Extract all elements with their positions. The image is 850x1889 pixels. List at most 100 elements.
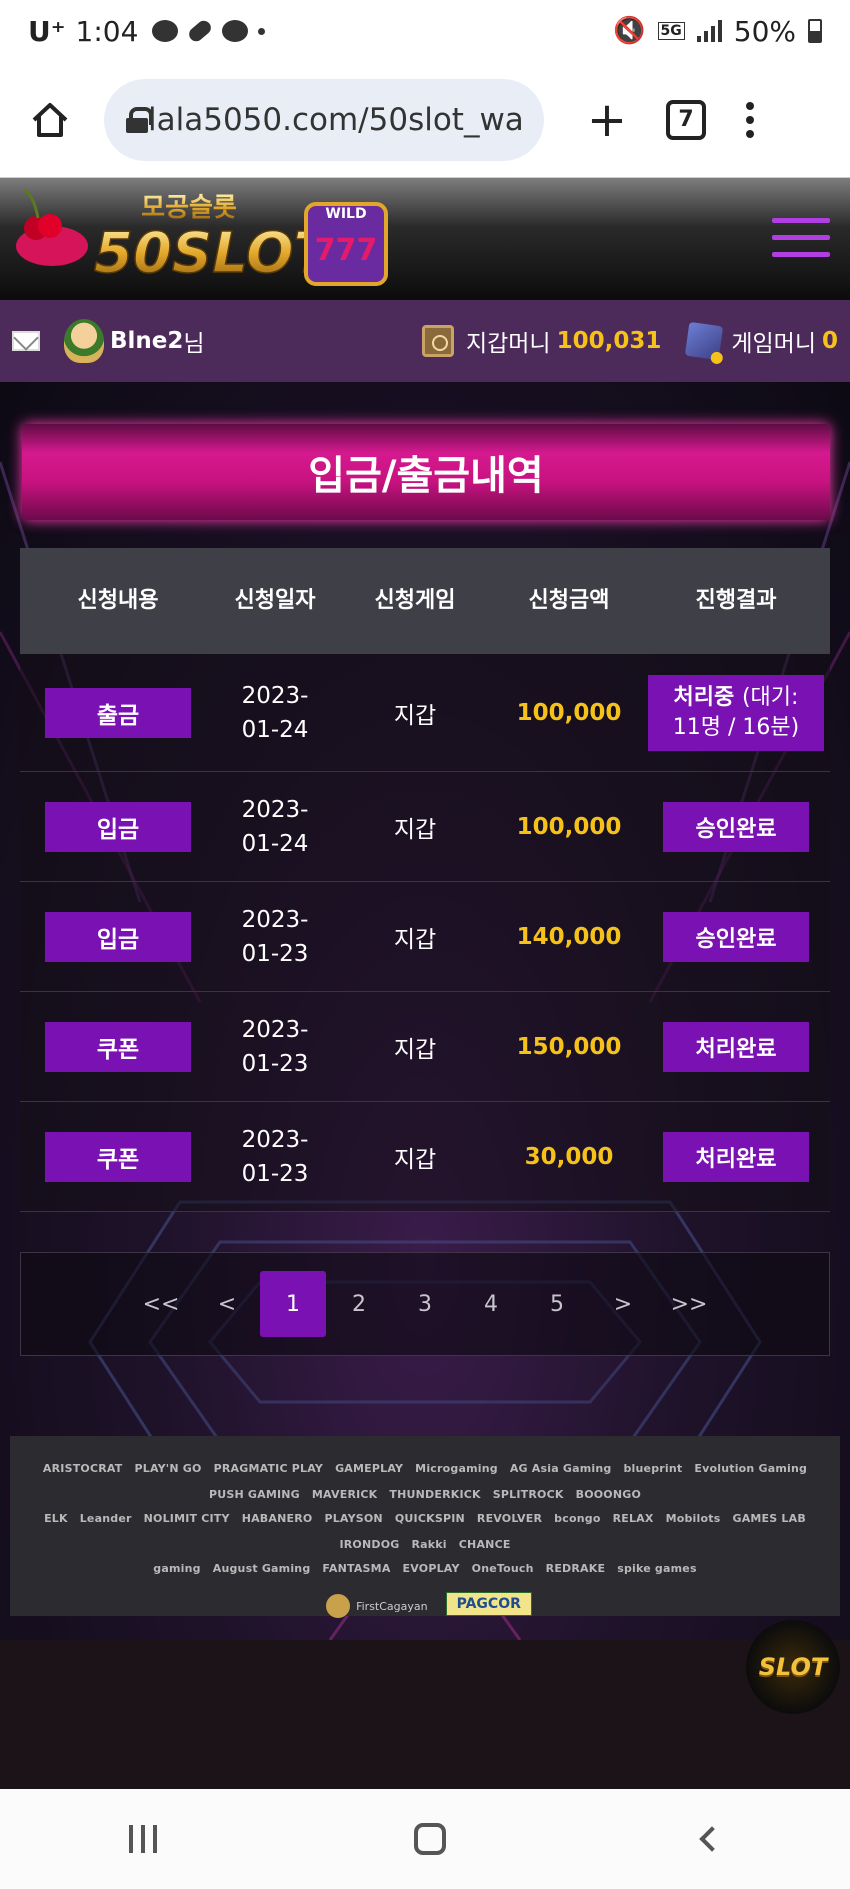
type-badge: 쿠폰 [45, 1021, 191, 1072]
request-game: 지갑 [393, 816, 437, 843]
status-badge: 처리완료 [663, 1131, 809, 1182]
game-money-icon [685, 321, 724, 361]
partner-logo: HABANERO [241, 1511, 313, 1525]
partner-logo: PLAYSON [324, 1511, 383, 1525]
type-badge: 쿠폰 [45, 1131, 191, 1182]
partner-logo: bcongo [554, 1511, 601, 1525]
more-dot-icon [258, 27, 266, 35]
page-1-button[interactable]: 1 [260, 1271, 326, 1337]
request-amount: 100,000 [516, 813, 622, 840]
home-icon [32, 102, 68, 137]
game-label: 게임머니 [731, 331, 816, 357]
type-badge: 입금 [45, 911, 191, 962]
user-info-bar: Blne2 님 지갑머니 100,031 게임머니 0 [0, 300, 850, 382]
request-game: 지갑 [393, 702, 437, 729]
user-suffix: 님 [183, 331, 205, 357]
partner-logo: blueprint [623, 1461, 683, 1475]
partner-row: gaming August Gaming FANTASMA EVOPLAY OneTou… [28, 1558, 822, 1578]
header-request-date: 신청일자 [234, 588, 316, 613]
partner-logo: EVOPLAY [402, 1561, 460, 1575]
type-badge: 출금 [45, 687, 191, 738]
menu-bar-icon [772, 235, 830, 240]
wallet-value: 100,031 [556, 328, 662, 354]
page-3-button[interactable]: 3 [392, 1271, 458, 1337]
request-game: 지갑 [393, 926, 437, 953]
network-label: 5G [657, 22, 685, 40]
mute-icon: 🔇 [613, 16, 646, 46]
partner-logo: GAMES LAB [732, 1511, 806, 1525]
home-button[interactable] [22, 92, 78, 148]
license-badges: FirstCagayan PAGCOR [28, 1592, 822, 1620]
wallet-label: 지갑머니 [465, 331, 551, 357]
request-date: 2023- 01-23 [241, 1016, 309, 1077]
partner-logo: AG Asia Gaming [509, 1461, 612, 1475]
android-status-bar: U⁺ 1:04 🔇 5G 50% [0, 0, 850, 62]
status-badge: 승인완료 [663, 911, 809, 962]
partner-logo: RELAX [612, 1511, 654, 1525]
partner-logo: QUICKSPIN [394, 1511, 465, 1525]
request-amount: 100,000 [516, 699, 622, 726]
partner-logo: Mobilots [665, 1511, 721, 1525]
partner-logo: Microgaming [415, 1461, 498, 1475]
first-cagayan-badge: FirstCagayan [318, 1592, 436, 1620]
page-title: 입금/출금내역 [22, 424, 830, 520]
table-header: 신청내용 신청일자 신청게임 신청금액 진행결과 [20, 548, 830, 654]
page-first-button[interactable]: << [128, 1271, 194, 1337]
page-last-button[interactable]: >> [656, 1271, 722, 1337]
site-logo[interactable]: 모공슬롯 50SLOT WILD 777 [14, 186, 404, 296]
transaction-table: 신청내용 신청일자 신청게임 신청금액 진행결과 출금 2023- 01-24 지… [20, 548, 830, 1212]
partner-logo: PUSH GAMING [208, 1487, 300, 1501]
partner-logos: ARISTOCRAT PLAY'N GO PRAGMATIC PLAY GAMEPLA… [10, 1436, 840, 1618]
partner-logo: FANTASMA [322, 1561, 391, 1575]
partner-logo: ARISTOCRAT [42, 1461, 123, 1475]
partner-logo: REDRAKE [545, 1561, 606, 1575]
new-tab-button[interactable]: + [582, 92, 632, 148]
menu-bar-icon [772, 218, 830, 223]
back-button[interactable] [699, 1826, 726, 1852]
address-bar[interactable]: lala5050.com/50slot_wa [104, 78, 544, 161]
partner-logo: BOOONGO [575, 1487, 642, 1501]
recents-button[interactable] [128, 1825, 157, 1853]
request-amount: 140,000 [516, 923, 622, 950]
page-2-button[interactable]: 2 [326, 1271, 392, 1337]
game-balance: 게임머니 0 [685, 321, 838, 361]
home-nav-button[interactable] [413, 1823, 446, 1855]
table-row: 출금 2023- 01-24 지갑 100,000 처리중 (대기: 11명 / … [20, 654, 830, 772]
menu-button[interactable] [772, 218, 830, 257]
page-next-button[interactable]: > [590, 1271, 656, 1337]
partner-logo: THUNDERKICK [389, 1487, 481, 1501]
mail-icon[interactable] [12, 331, 40, 351]
android-nav-bar [0, 1789, 850, 1889]
logo-top-text: 모공슬롯 [141, 193, 237, 223]
page-prev-button[interactable]: < [194, 1271, 260, 1337]
request-amount: 30,000 [524, 1143, 614, 1170]
wallet-balance: 지갑머니 100,031 [421, 324, 662, 358]
table-row: 입금 2023- 01-24 지갑 100,000 승인완료 [20, 772, 830, 882]
floating-logo-button[interactable]: SLOT [746, 1620, 840, 1714]
page-bottom-area [0, 1640, 850, 1789]
site-header: 모공슬롯 50SLOT WILD 777 [0, 178, 850, 300]
page-4-button[interactable]: 4 [458, 1271, 524, 1337]
partner-logo: August Gaming [212, 1561, 311, 1575]
tab-switcher-button[interactable]: 7 [666, 99, 706, 140]
main-content: 입금/출금내역 신청내용 신청일자 신청게임 신청금액 진행결과 출금 2023… [0, 382, 850, 1640]
notification-icons [152, 17, 266, 45]
partner-logo: Rakki [411, 1537, 447, 1551]
partner-logo: PLAY'N GO [134, 1461, 202, 1475]
partner-logo: SPLITROCK [492, 1487, 564, 1501]
coin-icon [326, 1594, 351, 1618]
partner-logo: spike games [617, 1561, 697, 1575]
partner-logo: ELK [44, 1511, 68, 1525]
user-name: Blne2 [110, 328, 184, 354]
request-amount: 150,000 [516, 1033, 622, 1060]
page-5-button[interactable]: 5 [524, 1271, 590, 1337]
partner-logo: gaming [153, 1561, 201, 1575]
table-row: 쿠폰 2023- 01-23 지갑 150,000 처리완료 [20, 992, 830, 1102]
request-game: 지갑 [393, 1146, 437, 1173]
game-value: 0 [821, 328, 838, 354]
browser-menu-button[interactable] [746, 101, 754, 138]
avatar [64, 319, 104, 363]
partner-row: ELK Leander NOLIMIT CITY HABANERO PLAYSON QUI… [28, 1508, 822, 1554]
menu-bar-icon [772, 252, 830, 257]
partner-logo: PRAGMATIC PLAY [213, 1461, 324, 1475]
